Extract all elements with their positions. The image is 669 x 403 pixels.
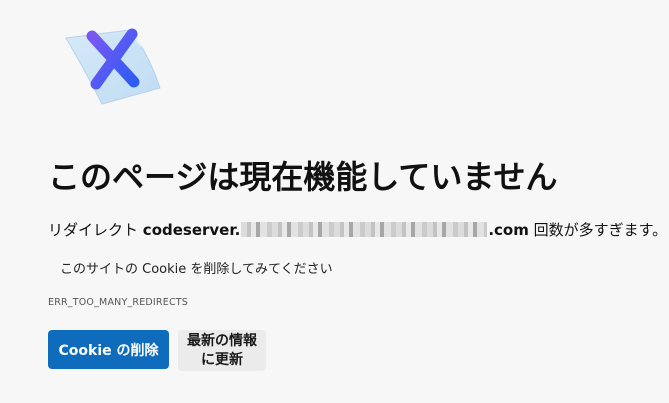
delete-cookies-button[interactable]: Cookie の削除 [48,330,169,369]
host-name: codeserver. .com [143,221,529,239]
redirect-prefix: リダイレクト [48,221,139,239]
host-suffix: .com [488,221,529,239]
redirect-message: リダイレクト codeserver. .com 回数が多すぎます。 [48,219,667,240]
suggestion-text: このサイトの Cookie を削除してみてください [60,262,333,277]
redacted-host-segment [241,222,488,237]
refresh-button[interactable]: 最新の情報 に更新 [178,330,266,371]
redirect-suffix: 回数が多すぎます。 [533,221,668,239]
error-code: ERR_TOO_MANY_REDIRECTS [48,297,189,308]
host-prefix: codeserver. [142,221,241,239]
broken-page-x-icon [65,28,161,105]
error-page: このページは現在機能していません リダイレクト codeserver. .com … [0,0,669,403]
page-title: このページは現在機能していません [48,158,558,196]
